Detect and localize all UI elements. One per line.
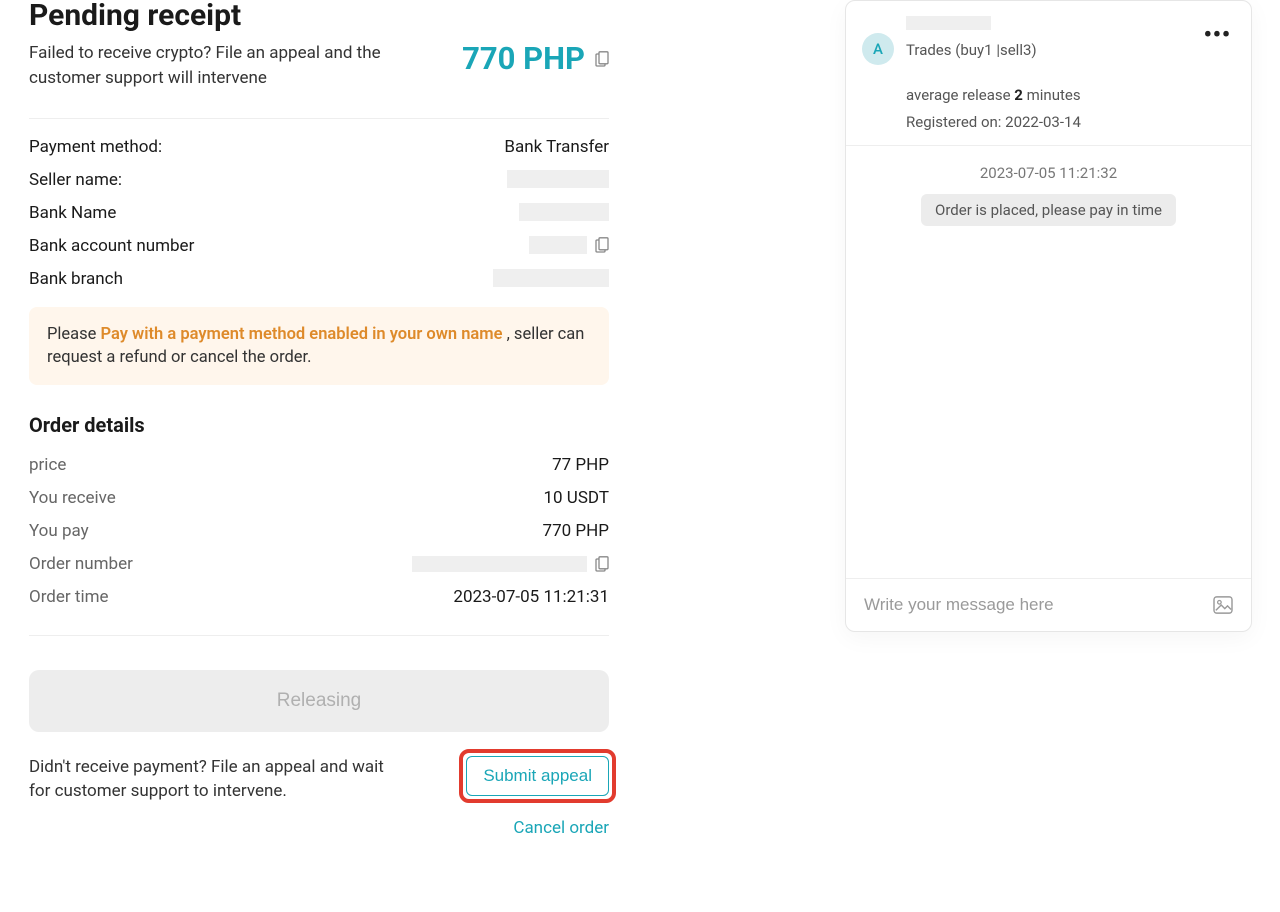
copy-amount-icon[interactable] [595,51,609,67]
image-upload-icon[interactable] [1213,596,1233,614]
order-details-title: Order details [29,413,609,437]
registered-stat: Registered on: 2022-03-14 [906,112,1235,133]
copy-account-icon[interactable] [595,237,609,253]
bank-account-label: Bank account number [29,236,194,256]
seller-name-label: Seller name: [29,170,122,190]
order-time-label: Order time [29,587,109,607]
order-time-value: 2023-07-05 11:21:31 [453,587,609,607]
order-amount: 770 PHP [462,40,585,77]
order-number-value [412,556,609,572]
page-title: Pending receipt [29,0,389,33]
chat-panel: A Trades (buy1 |sell3) average release 2… [845,0,1252,632]
bank-branch-label: Bank branch [29,269,123,289]
pay-value: 770 PHP [543,521,609,541]
bank-branch-value [493,269,609,287]
cancel-order-link[interactable]: Cancel order [513,818,609,838]
trades-stat: Trades (buy1 |sell3) [906,40,1037,61]
chat-system-message: Order is placed, please pay in time [921,194,1176,226]
price-label: price [29,455,66,475]
pay-label: You pay [29,521,89,541]
chat-message-input[interactable] [864,595,1213,615]
receive-label: You receive [29,488,116,508]
appeal-prompt-text: Didn't receive payment? File an appeal a… [29,756,409,804]
seller-name-value [507,170,609,188]
release-stat: average release 2 minutes [906,85,1081,106]
counterparty-name [906,15,991,31]
divider [29,118,609,119]
bank-name-value [519,203,609,221]
avatar: A [862,33,894,65]
payment-notice: Please Pay with a payment method enabled… [29,307,609,385]
more-icon[interactable]: ••• [1204,23,1231,48]
copy-order-icon[interactable] [595,556,609,572]
bank-name-label: Bank Name [29,203,116,223]
divider [29,635,609,636]
bank-account-value [529,236,609,254]
chat-timestamp: 2023-07-05 11:21:32 [862,164,1235,182]
payment-method-label: Payment method: [29,137,162,157]
submit-appeal-button[interactable]: Submit appeal [466,756,609,796]
payment-method-value: Bank Transfer [504,137,609,157]
page-subtitle: Failed to receive crypto? File an appeal… [29,41,389,90]
releasing-button: Releasing [29,670,609,732]
price-value: 77 PHP [552,455,609,475]
order-number-label: Order number [29,554,133,574]
receive-value: 10 USDT [543,488,609,508]
